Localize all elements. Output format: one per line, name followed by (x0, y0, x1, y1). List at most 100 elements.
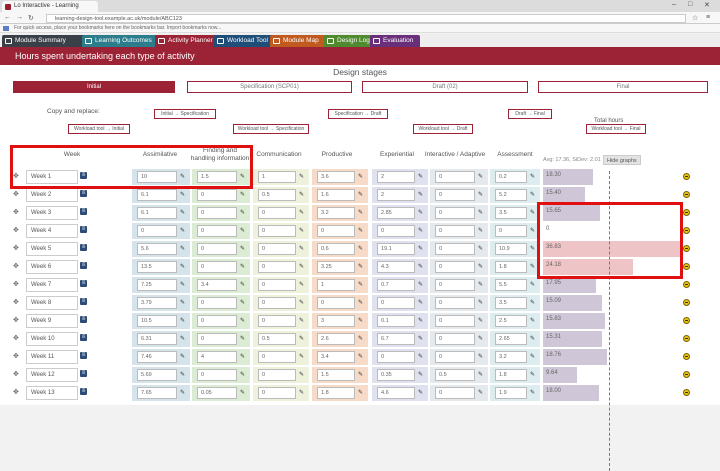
pencil-icon[interactable]: ✎ (180, 371, 185, 378)
hours-input[interactable]: 0 (377, 297, 415, 309)
hours-input[interactable]: 3.6 (317, 171, 355, 183)
hours-input[interactable]: 0 (258, 387, 296, 399)
hours-input[interactable]: 3.4 (197, 279, 237, 291)
hours-input[interactable]: 0 (197, 369, 237, 381)
remove-week-icon[interactable] (683, 245, 690, 252)
week-name-input[interactable]: Week 12 (26, 368, 78, 382)
hours-input[interactable]: 6.31 (137, 333, 177, 345)
pencil-icon[interactable]: ✎ (418, 245, 423, 252)
hours-input[interactable]: 5.69 (137, 369, 177, 381)
edit-week-icon[interactable]: ≡ (80, 370, 87, 377)
drag-handle-icon[interactable]: ✥ (13, 388, 19, 396)
hours-input[interactable]: 4.6 (377, 387, 415, 399)
pencil-icon[interactable]: ✎ (530, 389, 535, 396)
hours-input[interactable]: 1.8 (495, 369, 527, 381)
pencil-icon[interactable]: ✎ (478, 173, 483, 180)
edit-week-icon[interactable]: ≡ (80, 262, 87, 269)
pencil-icon[interactable]: ✎ (299, 263, 304, 270)
hours-input[interactable]: 19.1 (377, 243, 415, 255)
hours-input[interactable]: 0 (258, 369, 296, 381)
pencil-icon[interactable]: ✎ (418, 299, 423, 306)
hours-input[interactable]: 0.2 (495, 171, 527, 183)
hours-input[interactable]: 10.9 (495, 243, 527, 255)
hours-input[interactable]: 13.5 (137, 261, 177, 273)
module-tab-evaluation[interactable]: Evaluation (370, 35, 420, 47)
hours-input[interactable]: 0 (435, 351, 475, 363)
hours-input[interactable]: 0 (258, 261, 296, 273)
hours-input[interactable]: 0 (435, 243, 475, 255)
hours-input[interactable]: 0 (258, 207, 296, 219)
remove-week-icon[interactable] (683, 209, 690, 216)
hours-input[interactable]: 0 (197, 243, 237, 255)
remove-week-icon[interactable] (683, 317, 690, 324)
week-name-input[interactable]: Week 4 (26, 224, 78, 238)
pencil-icon[interactable]: ✎ (358, 317, 363, 324)
hours-input[interactable]: 0 (435, 315, 475, 327)
pencil-icon[interactable]: ✎ (478, 299, 483, 306)
hours-input[interactable]: 0 (435, 225, 475, 237)
url-input[interactable]: learning-design-tool.example.ac.uk/modul… (46, 14, 686, 23)
week-name-input[interactable]: Week 3 (26, 206, 78, 220)
hours-input[interactable]: 0 (435, 261, 475, 273)
remove-week-icon[interactable] (683, 371, 690, 378)
drag-handle-icon[interactable]: ✥ (13, 244, 19, 252)
hours-input[interactable]: 2.85 (377, 207, 415, 219)
hours-input[interactable]: 3.25 (317, 261, 355, 273)
pencil-icon[interactable]: ✎ (299, 389, 304, 396)
pencil-icon[interactable]: ✎ (180, 281, 185, 288)
close-icon[interactable]: ✕ (704, 1, 710, 9)
hours-input[interactable]: 1.8 (317, 387, 355, 399)
pencil-icon[interactable]: ✎ (240, 335, 245, 342)
pencil-icon[interactable]: ✎ (299, 191, 304, 198)
hours-input[interactable]: 0.7 (377, 279, 415, 291)
pencil-icon[interactable]: ✎ (358, 227, 363, 234)
pencil-icon[interactable]: ✎ (478, 191, 483, 198)
week-name-input[interactable]: Week 11 (26, 350, 78, 364)
remove-week-icon[interactable] (683, 335, 690, 342)
pencil-icon[interactable]: ✎ (358, 263, 363, 270)
week-name-input[interactable]: Week 8 (26, 296, 78, 310)
week-name-input[interactable]: Week 7 (26, 278, 78, 292)
pencil-icon[interactable]: ✎ (180, 227, 185, 234)
pencil-icon[interactable]: ✎ (299, 173, 304, 180)
pencil-icon[interactable]: ✎ (180, 209, 185, 216)
edit-week-icon[interactable]: ≡ (80, 244, 87, 251)
workload-to-initial-button[interactable]: Workload tool → Initial (68, 124, 130, 134)
hours-input[interactable]: 2 (377, 171, 415, 183)
hours-input[interactable]: 6.1 (137, 207, 177, 219)
hours-input[interactable]: 1 (258, 171, 296, 183)
hours-input[interactable]: 0 (435, 297, 475, 309)
pencil-icon[interactable]: ✎ (240, 191, 245, 198)
pencil-icon[interactable]: ✎ (240, 371, 245, 378)
hours-input[interactable]: 0 (435, 171, 475, 183)
pencil-icon[interactable]: ✎ (530, 317, 535, 324)
hours-input[interactable]: 0 (377, 225, 415, 237)
pencil-icon[interactable]: ✎ (478, 353, 483, 360)
hours-input[interactable]: 5.2 (495, 189, 527, 201)
pencil-icon[interactable]: ✎ (530, 335, 535, 342)
hours-input[interactable]: 0.5 (435, 369, 475, 381)
remove-week-icon[interactable] (683, 389, 690, 396)
remove-week-icon[interactable] (683, 191, 690, 198)
reload-icon[interactable]: ↻ (28, 14, 34, 22)
pencil-icon[interactable]: ✎ (240, 245, 245, 252)
browser-tab[interactable]: Lo Interactive - Learning (2, 1, 98, 12)
hours-input[interactable]: 7.46 (137, 351, 177, 363)
hours-input[interactable]: 0 (258, 243, 296, 255)
pencil-icon[interactable]: ✎ (299, 299, 304, 306)
hours-input[interactable]: 2.5 (495, 315, 527, 327)
pencil-icon[interactable]: ✎ (530, 191, 535, 198)
pencil-icon[interactable]: ✎ (530, 227, 535, 234)
pencil-icon[interactable]: ✎ (299, 281, 304, 288)
pencil-icon[interactable]: ✎ (358, 389, 363, 396)
remove-week-icon[interactable] (683, 227, 690, 234)
hours-input[interactable]: 0 (258, 351, 296, 363)
pencil-icon[interactable]: ✎ (180, 317, 185, 324)
edit-week-icon[interactable]: ≡ (80, 208, 87, 215)
remove-week-icon[interactable] (683, 281, 690, 288)
pencil-icon[interactable]: ✎ (180, 245, 185, 252)
hours-input[interactable]: 3.2 (317, 207, 355, 219)
hours-input[interactable]: 3.79 (137, 297, 177, 309)
hours-input[interactable]: 0 (197, 225, 237, 237)
pencil-icon[interactable]: ✎ (299, 317, 304, 324)
